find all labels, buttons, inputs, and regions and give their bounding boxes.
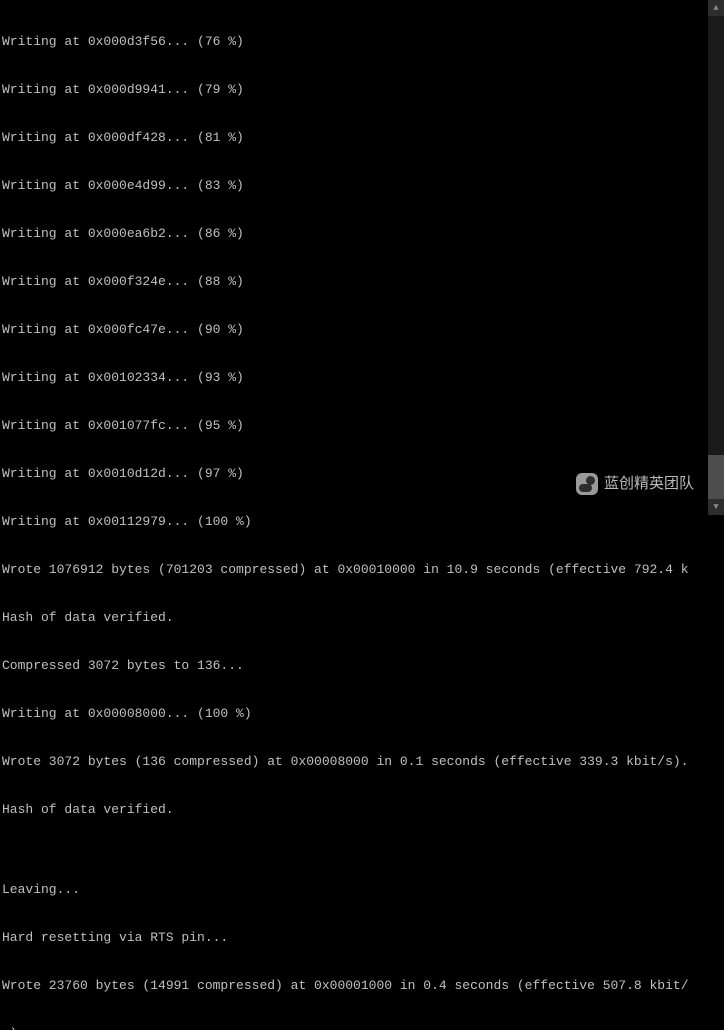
scrollbar[interactable]: ▲ ▼ (708, 0, 724, 515)
output-line: Writing at 0x000f324e... (88 %) (2, 274, 724, 290)
output-line: Writing at 0x000fc47e... (90 %) (2, 322, 724, 338)
output-line: Hash of data verified. (2, 610, 724, 626)
output-line: Writing at 0x00102334... (93 %) (2, 370, 724, 386)
scroll-thumb[interactable] (708, 455, 724, 499)
terminal-output: Writing at 0x000d3f56... (76 %) Writing … (0, 0, 724, 1030)
output-line: Writing at 0x00008000... (100 %) (2, 706, 724, 722)
output-line: s)... (2, 1026, 724, 1030)
chevron-down-icon: ▼ (713, 499, 718, 515)
output-line: Wrote 23760 bytes (14991 compressed) at … (2, 978, 724, 994)
output-line: Writing at 0x000d9941... (79 %) (2, 82, 724, 98)
output-line: Hash of data verified. (2, 802, 724, 818)
output-line: Writing at 0x00112979... (100 %) (2, 514, 724, 530)
output-line: Writing at 0x000e4d99... (83 %) (2, 178, 724, 194)
watermark-text: 蓝创精英团队 (604, 476, 694, 492)
wechat-icon (576, 473, 598, 495)
chevron-up-icon: ▲ (713, 0, 718, 16)
scroll-up-button[interactable]: ▲ (708, 0, 724, 16)
output-line: Wrote 1076912 bytes (701203 compressed) … (2, 562, 724, 578)
output-line: Wrote 3072 bytes (136 compressed) at 0x0… (2, 754, 724, 770)
output-line: Writing at 0x000df428... (81 %) (2, 130, 724, 146)
watermark: 蓝创精英团队 (576, 473, 694, 495)
output-line: Writing at 0x000ea6b2... (86 %) (2, 226, 724, 242)
scroll-down-button[interactable]: ▼ (708, 499, 724, 515)
output-line: Writing at 0x000d3f56... (76 %) (2, 34, 724, 50)
output-line: Hard resetting via RTS pin... (2, 930, 724, 946)
output-line: Writing at 0x001077fc... (95 %) (2, 418, 724, 434)
output-line: Compressed 3072 bytes to 136... (2, 658, 724, 674)
output-line: Leaving... (2, 882, 724, 898)
